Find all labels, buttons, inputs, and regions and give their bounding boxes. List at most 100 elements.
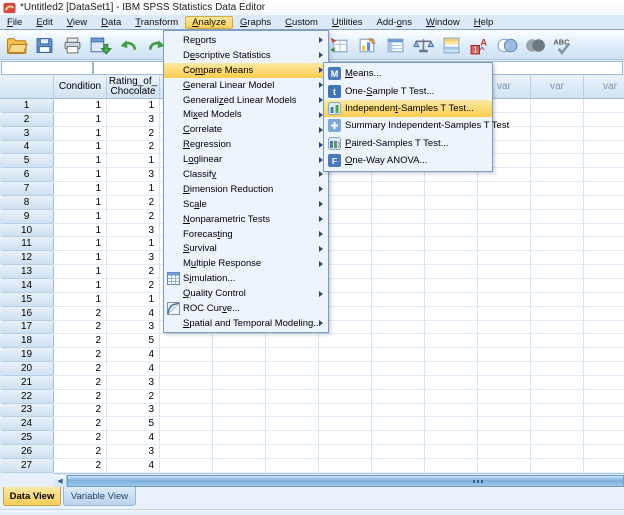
menu-item-roc-curve[interactable]: ROC Curve... [164, 301, 328, 316]
row-number[interactable]: 16 [0, 306, 54, 321]
cell-condition[interactable]: 2 [54, 389, 107, 404]
submenu-item-one-sample-t-test[interactable]: t One-Sample T Test... [324, 82, 492, 99]
row-number[interactable]: 11 [0, 237, 54, 252]
cell-empty[interactable] [478, 403, 531, 418]
cell-empty[interactable] [266, 458, 319, 473]
cell-empty[interactable] [425, 265, 478, 279]
cell-rating-of-chocolate[interactable]: 3 [107, 320, 160, 335]
row-number[interactable]: 1 [0, 99, 54, 113]
cell-empty[interactable] [160, 389, 213, 404]
cell-condition[interactable]: 2 [54, 375, 107, 390]
cell-empty[interactable] [478, 431, 531, 446]
cell-empty[interactable] [372, 362, 425, 376]
cell-rating-of-chocolate[interactable]: 3 [107, 445, 160, 459]
cell-empty[interactable] [372, 445, 425, 459]
cell-rating-of-chocolate[interactable]: 2 [107, 389, 160, 404]
cell-empty[interactable] [372, 375, 425, 390]
row-number[interactable]: 22 [0, 389, 54, 404]
row-number[interactable]: 26 [0, 445, 54, 459]
cell-empty[interactable] [160, 375, 213, 390]
cell-empty[interactable] [531, 237, 584, 252]
cell-empty[interactable] [478, 209, 531, 224]
cell-condition[interactable]: 1 [54, 251, 107, 266]
menu-item-generalized-linear-models[interactable]: Generalized Linear Models [164, 93, 328, 108]
scroll-left-button[interactable]: ◀ [54, 475, 67, 487]
cell-empty[interactable] [213, 403, 266, 418]
cell-empty[interactable] [478, 348, 531, 363]
cell-empty[interactable] [372, 278, 425, 293]
menu-item-scale[interactable]: Scale [164, 197, 328, 212]
row-number[interactable]: 15 [0, 292, 54, 307]
menu-help[interactable]: Help [467, 16, 501, 29]
spell-check-icon[interactable]: ABC [551, 33, 576, 57]
save-icon[interactable] [32, 33, 57, 57]
cell-empty[interactable] [531, 431, 584, 446]
cell-condition[interactable]: 2 [54, 431, 107, 446]
menu-window[interactable]: Window [419, 16, 467, 29]
cell-empty[interactable] [425, 458, 478, 473]
cell-empty[interactable] [372, 292, 425, 307]
cell-empty[interactable] [584, 348, 624, 363]
column-header-var[interactable]: var [584, 76, 624, 99]
cell-condition[interactable]: 2 [54, 306, 107, 321]
cell-empty[interactable] [531, 126, 584, 141]
cell-empty[interactable] [584, 251, 624, 266]
submenu-item-one-way-anova[interactable]: F One-Way ANOVA... [324, 152, 492, 169]
cell-empty[interactable] [531, 223, 584, 238]
cell-condition[interactable]: 1 [54, 182, 107, 196]
cell-rating-of-chocolate[interactable]: 2 [107, 209, 160, 224]
cell-empty[interactable] [478, 195, 531, 210]
row-number[interactable]: 4 [0, 140, 54, 155]
recall-dialogs-icon[interactable] [88, 33, 113, 57]
cell-empty[interactable] [478, 265, 531, 279]
menu-item-forecasting[interactable]: Forecasting [164, 227, 328, 242]
cell-empty[interactable] [213, 458, 266, 473]
cell-empty[interactable] [478, 445, 531, 459]
menu-graphs[interactable]: Graphs [233, 16, 278, 29]
cell-empty[interactable] [213, 334, 266, 349]
cell-empty[interactable] [478, 251, 531, 266]
cell-empty[interactable] [372, 458, 425, 473]
row-number[interactable]: 19 [0, 348, 54, 363]
cell-empty[interactable] [160, 362, 213, 376]
cell-condition[interactable]: 2 [54, 458, 107, 473]
cell-empty[interactable] [372, 223, 425, 238]
cell-condition[interactable]: 2 [54, 417, 107, 432]
cell-condition[interactable]: 1 [54, 195, 107, 210]
cell-empty[interactable] [213, 445, 266, 459]
menu-item-mixed-models[interactable]: Mixed Models [164, 107, 328, 122]
cell-empty[interactable] [372, 403, 425, 418]
cell-empty[interactable] [584, 389, 624, 404]
cell-empty[interactable] [372, 182, 425, 196]
row-number[interactable]: 6 [0, 168, 54, 183]
cell-empty[interactable] [584, 334, 624, 349]
cell-condition[interactable]: 1 [54, 154, 107, 169]
row-number[interactable]: 17 [0, 320, 54, 335]
cell-empty[interactable] [266, 348, 319, 363]
row-number[interactable]: 8 [0, 195, 54, 210]
menu-item-correlate[interactable]: Correlate [164, 122, 328, 137]
goto-case-icon[interactable] [327, 33, 352, 57]
cell-empty[interactable] [584, 320, 624, 335]
cell-empty[interactable] [425, 306, 478, 321]
grid-corner-cell[interactable] [0, 76, 54, 99]
cell-empty[interactable] [584, 362, 624, 376]
row-number[interactable]: 12 [0, 251, 54, 266]
cell-empty[interactable] [372, 306, 425, 321]
row-number[interactable]: 24 [0, 417, 54, 432]
cell-empty[interactable] [425, 445, 478, 459]
cell-empty[interactable] [584, 237, 624, 252]
row-number[interactable]: 3 [0, 126, 54, 141]
cell-condition[interactable]: 1 [54, 223, 107, 238]
cell-empty[interactable] [584, 223, 624, 238]
cell-rating-of-chocolate[interactable]: 4 [107, 348, 160, 363]
cell-empty[interactable] [372, 237, 425, 252]
cell-empty[interactable] [319, 389, 372, 404]
cell-empty[interactable] [425, 389, 478, 404]
cell-empty[interactable] [531, 182, 584, 196]
cell-rating-of-chocolate[interactable]: 3 [107, 403, 160, 418]
cell-rating-of-chocolate[interactable]: 1 [107, 99, 160, 113]
cell-rating-of-chocolate[interactable]: 2 [107, 126, 160, 141]
cell-rating-of-chocolate[interactable]: 4 [107, 431, 160, 446]
cell-condition[interactable]: 1 [54, 292, 107, 307]
